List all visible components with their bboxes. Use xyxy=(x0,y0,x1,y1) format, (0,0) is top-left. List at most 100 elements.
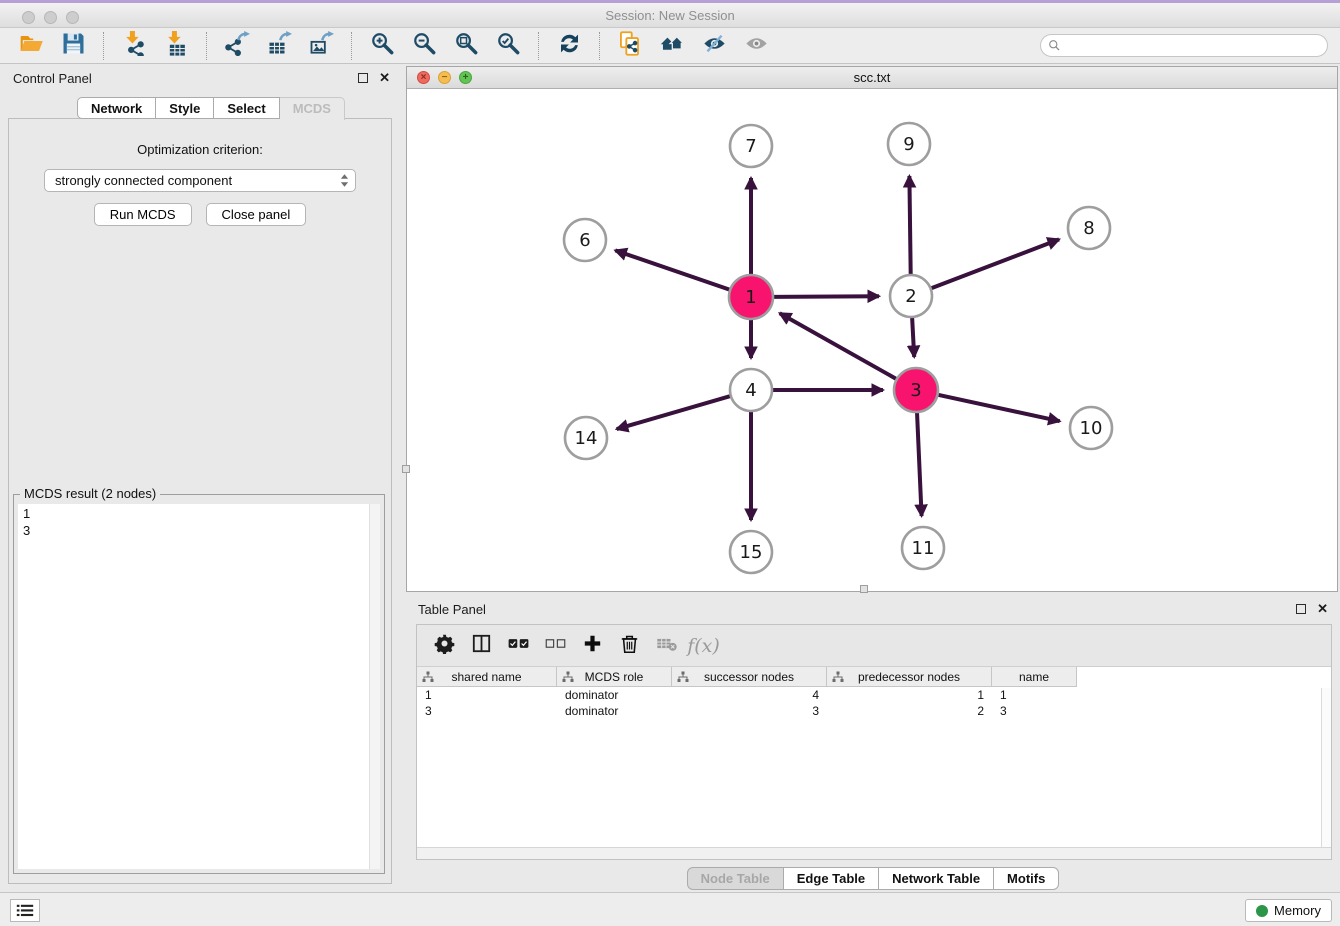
column-header-mcds-role[interactable]: MCDS role xyxy=(557,667,672,687)
zoom-fit-button[interactable] xyxy=(449,31,483,61)
zoom-out-button[interactable] xyxy=(407,31,441,61)
open-file-button[interactable] xyxy=(14,31,48,61)
graph-node-6[interactable]: 6 xyxy=(564,219,606,261)
graph-node-11[interactable]: 11 xyxy=(902,527,944,569)
memory-button[interactable]: Memory xyxy=(1245,899,1332,922)
svg-text:3: 3 xyxy=(910,380,921,401)
window-minimize-button[interactable] xyxy=(44,11,57,24)
graph-edge-3-11[interactable] xyxy=(917,412,922,516)
tab-select[interactable]: Select xyxy=(214,97,279,119)
graph-node-10[interactable]: 10 xyxy=(1070,407,1112,449)
graph-node-2[interactable]: 2 xyxy=(890,275,932,317)
close-table-panel-icon[interactable]: ✕ xyxy=(1317,604,1328,614)
run-mcds-button[interactable]: Run MCDS xyxy=(94,203,192,226)
zoom-fit-icon xyxy=(454,31,479,61)
graph-edge-1-6[interactable] xyxy=(615,250,730,290)
mcds-result-scrollbar[interactable] xyxy=(369,504,380,869)
table-horizontal-scrollbar[interactable] xyxy=(417,847,1331,859)
deselect-all-button[interactable] xyxy=(537,631,574,661)
graph-edge-1-2[interactable] xyxy=(773,296,879,297)
network-maximize-icon[interactable]: + xyxy=(459,71,472,84)
add-column-button[interactable] xyxy=(574,631,611,661)
svg-text:2: 2 xyxy=(905,286,916,307)
graph-node-9[interactable]: 9 xyxy=(888,123,930,165)
float-panel-icon[interactable] xyxy=(358,73,368,83)
graph-edge-2-3[interactable] xyxy=(912,317,914,357)
tab-style[interactable]: Style xyxy=(156,97,214,119)
export-table-icon xyxy=(267,31,292,61)
mcds-panel: Optimization criterion: strongly connect… xyxy=(8,118,392,884)
network-graph: 7 9 6 8 1 2 4 3 14 10 15 11 xyxy=(407,89,1337,591)
hide-selected-button[interactable] xyxy=(697,31,731,61)
splitter-handle-left[interactable] xyxy=(402,465,410,473)
network-minimize-icon[interactable]: − xyxy=(438,71,451,84)
mcds-result-text[interactable]: 1 3 xyxy=(18,504,380,869)
window-zoom-button[interactable] xyxy=(66,11,79,24)
mcds-result-title: MCDS result (2 nodes) xyxy=(20,486,160,501)
toolbar-separator xyxy=(538,32,539,60)
svg-text:4: 4 xyxy=(745,380,756,401)
network-close-icon[interactable]: × xyxy=(417,71,430,84)
tab-mcds[interactable]: MCDS xyxy=(280,97,345,120)
graph-node-7[interactable]: 7 xyxy=(730,125,772,167)
search-input[interactable] xyxy=(1061,38,1327,53)
splitter-handle-bottom[interactable] xyxy=(860,585,868,593)
graph-edge-4-14[interactable] xyxy=(617,396,731,429)
tab-motifs[interactable]: Motifs xyxy=(994,867,1059,890)
graph-edge-2-9[interactable] xyxy=(909,176,910,275)
tab-edge-table[interactable]: Edge Table xyxy=(784,867,879,890)
column-label: successor nodes xyxy=(704,670,794,684)
graph-node-8[interactable]: 8 xyxy=(1068,207,1110,249)
table-row[interactable]: 3dominator323 xyxy=(417,703,1331,719)
delete-column-button[interactable] xyxy=(611,631,648,661)
tab-node-table[interactable]: Node Table xyxy=(687,867,784,890)
graph-node-4[interactable]: 4 xyxy=(730,369,772,411)
settings-button[interactable] xyxy=(426,631,463,661)
graph-edge-3-1[interactable] xyxy=(780,313,897,379)
table-vertical-scrollbar[interactable] xyxy=(1321,688,1331,847)
toolbar-separator xyxy=(103,32,104,60)
graph-node-1[interactable]: 1 xyxy=(729,275,773,319)
tab-network[interactable]: Network xyxy=(77,97,156,119)
graph-edge-3-10[interactable] xyxy=(938,395,1060,422)
tab-network-table[interactable]: Network Table xyxy=(879,867,994,890)
export-network-button[interactable] xyxy=(220,31,254,61)
window-close-button[interactable] xyxy=(22,11,35,24)
column-view-button[interactable] xyxy=(463,631,500,661)
apply-layout-button[interactable] xyxy=(552,31,586,61)
save-session-button[interactable] xyxy=(56,31,90,61)
column-header-shared-name[interactable]: shared name xyxy=(417,667,557,687)
svg-text:11: 11 xyxy=(912,538,935,559)
column-label: predecessor nodes xyxy=(858,670,960,684)
optimization-criterion-value: strongly connected component xyxy=(55,173,340,188)
export-image-button[interactable] xyxy=(304,31,338,61)
duplicate-network-button[interactable] xyxy=(613,31,647,61)
float-table-panel-icon[interactable] xyxy=(1296,604,1306,614)
network-canvas[interactable]: 7 9 6 8 1 2 4 3 14 10 15 11 xyxy=(407,89,1337,591)
cell-name: 3 xyxy=(992,704,1077,718)
zoom-selected-button[interactable] xyxy=(491,31,525,61)
show-all-networks-button[interactable] xyxy=(655,31,689,61)
select-all-button[interactable] xyxy=(500,631,537,661)
optimization-criterion-select[interactable]: strongly connected component xyxy=(44,169,356,192)
column-header-predecessor-nodes[interactable]: predecessor nodes xyxy=(827,667,992,687)
import-table-button[interactable] xyxy=(159,31,193,61)
table-row[interactable]: 1dominator411 xyxy=(417,687,1331,703)
task-history-button[interactable] xyxy=(10,899,40,922)
close-panel-button[interactable]: Close panel xyxy=(206,203,307,226)
import-network-button[interactable] xyxy=(117,31,151,61)
close-panel-icon[interactable]: ✕ xyxy=(379,73,390,83)
search-box[interactable] xyxy=(1040,34,1328,57)
graph-edge-2-8[interactable] xyxy=(931,239,1060,288)
graph-node-14[interactable]: 14 xyxy=(565,417,607,459)
graph-node-3[interactable]: 3 xyxy=(894,368,938,412)
column-header-name[interactable]: name xyxy=(992,667,1077,687)
graph-node-15[interactable]: 15 xyxy=(730,531,772,573)
column-header-successor-nodes[interactable]: successor nodes xyxy=(672,667,827,687)
apply-layout-icon xyxy=(557,31,582,61)
table-header-row: shared nameMCDS role successor nodes prede… xyxy=(417,667,1331,687)
zoom-in-button[interactable] xyxy=(365,31,399,61)
zoom-out-icon xyxy=(412,31,437,61)
export-table-button[interactable] xyxy=(262,31,296,61)
control-panel-tabs: NetworkStyleSelectMCDS xyxy=(77,97,345,119)
